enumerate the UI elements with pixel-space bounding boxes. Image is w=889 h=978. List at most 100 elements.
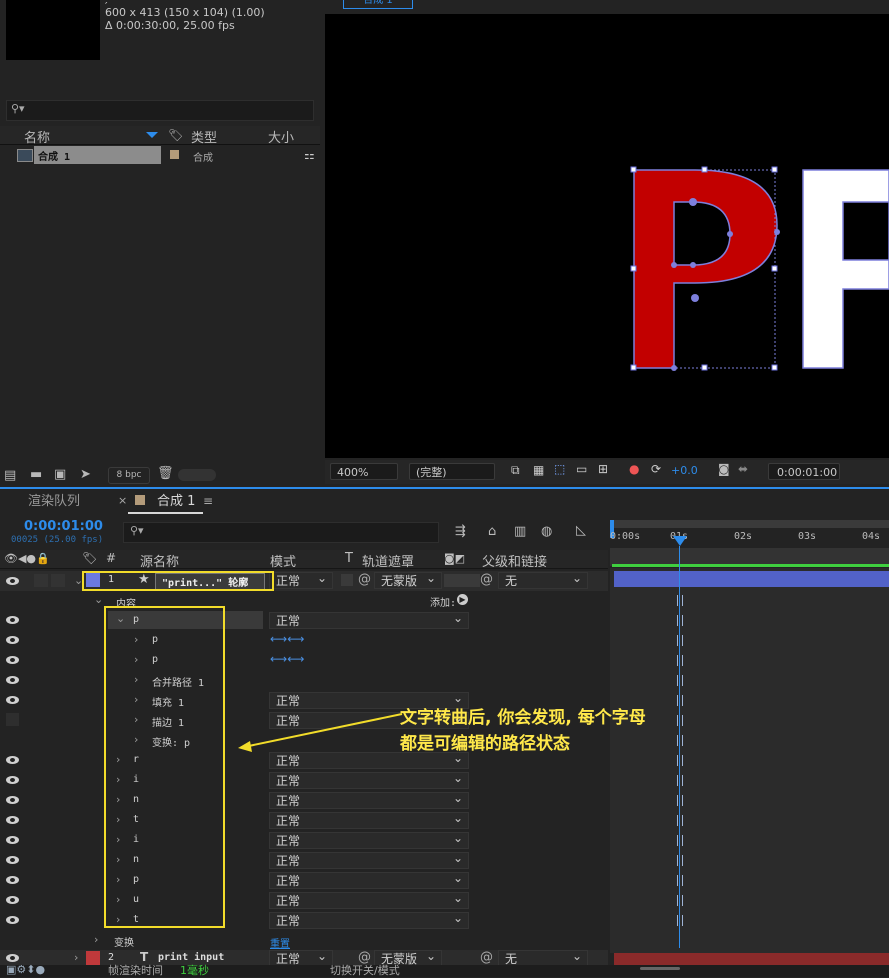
viewer-tab[interactable]: 合成 1 [343, 0, 413, 9]
frame-blending-icon[interactable]: ▥ [514, 524, 526, 539]
zoom-slider[interactable] [640, 967, 680, 970]
region-of-interest-icon[interactable]: ▭ [576, 462, 587, 476]
letter-mode-select[interactable]: 正常 [269, 810, 469, 829]
solo-toggle[interactable] [34, 574, 48, 587]
matte-toggle[interactable] [444, 574, 480, 587]
viewer-timecode[interactable]: 0:00:01:00 [768, 463, 840, 480]
composition-flowchart-icon[interactable]: ⇶ [455, 524, 466, 539]
letter-row[interactable]: › t 正常 [0, 910, 608, 930]
expand-arrow-icon[interactable]: › [74, 951, 78, 964]
letter-row[interactable]: › t 正常 [0, 810, 608, 830]
sub-row-merge-paths[interactable]: › 合并路径 1 [0, 670, 608, 690]
letter-mode-select[interactable]: 正常 [269, 850, 469, 869]
col-size[interactable]: 大小 [268, 127, 294, 146]
visibility-eye-icon[interactable] [6, 916, 19, 924]
track-matte-select[interactable]: 无蒙版 [374, 570, 442, 589]
layer-mode-select[interactable]: 正常 [269, 570, 333, 589]
letter-row[interactable]: › i 正常 [0, 770, 608, 790]
visibility-eye-icon[interactable] [6, 816, 19, 824]
visibility-eye-icon[interactable] [6, 656, 19, 664]
matte-spiral-icon[interactable]: @ [358, 572, 371, 587]
col-preserve-transparency[interactable]: T [345, 551, 353, 566]
time-ruler[interactable]: 0:00s 01s 02s 03s 04s [610, 520, 889, 568]
add-content-icon[interactable]: ▶ [457, 594, 468, 605]
letter-mode-select[interactable]: 正常 [269, 870, 469, 889]
label-color-swatch[interactable] [170, 150, 179, 159]
expand-arrow-icon[interactable]: ⌄ [94, 593, 103, 606]
letter-row[interactable]: › u 正常 [0, 890, 608, 910]
flowchart-icon[interactable]: ⚏ [304, 148, 315, 162]
letter-mode-select[interactable]: 正常 [269, 890, 469, 909]
col-mode[interactable]: 模式 [270, 551, 296, 570]
layer-row-2[interactable]: › 2 T print input 正常 @ 无蒙版 @ 无 [0, 950, 608, 965]
group-row-p[interactable]: ⌄ p 正常 [0, 610, 608, 630]
layer-mode-select[interactable]: 正常 [269, 950, 333, 965]
letter-row[interactable]: › n 正常 [0, 850, 608, 870]
tab-render-queue[interactable]: 渲染队列 [28, 490, 80, 514]
project-search-input[interactable]: ⚲▾ [6, 100, 314, 121]
close-tab-icon[interactable]: × [118, 494, 127, 507]
trash-icon[interactable]: 🗑 [157, 466, 174, 481]
playhead-handle[interactable] [673, 536, 687, 546]
col-parent[interactable]: 父级和链接 [482, 551, 547, 570]
layer-label-color[interactable] [86, 951, 100, 965]
toggle-switches-modes[interactable]: 切换开关/模式 [330, 962, 400, 978]
visibility-eye-icon[interactable] [6, 876, 19, 884]
lock-toggle[interactable] [51, 574, 65, 587]
col-name[interactable]: 名称 [24, 127, 50, 146]
visibility-eye-icon[interactable] [6, 676, 19, 684]
letter-mode-select[interactable]: 正常 [269, 910, 469, 929]
mask-visibility-icon[interactable]: ⬚ [554, 462, 565, 476]
letter-row[interactable]: › p 正常 [0, 870, 608, 890]
playhead-line[interactable] [679, 546, 680, 948]
render-icon[interactable]: ➤ [80, 467, 91, 482]
visibility-eye-icon[interactable] [6, 836, 19, 844]
graph-editor-icon[interactable]: ◺ [576, 523, 586, 538]
parent-select[interactable]: 无 [498, 570, 588, 589]
letter-mode-select[interactable]: 正常 [269, 830, 469, 849]
letter-row[interactable]: › i 正常 [0, 830, 608, 850]
letter-mode-select[interactable]: 正常 [269, 790, 469, 809]
transparency-grid-icon[interactable]: ▦ [533, 463, 544, 477]
visibility-eye-icon[interactable] [6, 856, 19, 864]
path-direction-icon[interactable]: ⟷⟷ [270, 632, 304, 646]
visibility-eye-icon[interactable] [6, 756, 19, 764]
work-area-bar[interactable] [610, 520, 889, 528]
col-type[interactable]: 类型 [191, 127, 217, 146]
fast-preview-icon[interactable]: ⧉ [511, 463, 520, 478]
thumbnail-slider[interactable] [178, 469, 216, 481]
col-track-matte[interactable]: 轨道遮罩 [362, 551, 414, 570]
preserve-transparency-toggle[interactable] [341, 574, 353, 586]
color-management-icon[interactable]: ⟳ [651, 462, 661, 476]
exposure-value[interactable]: +0.0 [671, 464, 698, 477]
av-features-icon[interactable]: 👁◀●🔒 [4, 552, 50, 565]
visibility-eye-icon[interactable] [6, 616, 19, 624]
label-column-icon[interactable]: 🏷 [82, 551, 97, 565]
path-direction-icon[interactable]: ⟷⟷ [270, 652, 304, 666]
parent-pickwhip-icon[interactable]: @ [480, 950, 493, 965]
bpc-button[interactable]: 8 bpc [108, 467, 150, 484]
sub-row-path-2[interactable]: › p ⟷⟷ [0, 650, 608, 670]
channel-icon[interactable]: ● [629, 462, 639, 476]
letter-mode-select[interactable]: 正常 [269, 770, 469, 789]
layer1-duration-bar[interactable] [614, 571, 889, 587]
sub-row-path-1[interactable]: › p ⟷⟷ [0, 630, 608, 650]
visibility-eye-icon[interactable] [6, 696, 19, 704]
interpret-footage-icon[interactable]: ▤ [4, 468, 16, 483]
visibility-off-toggle[interactable] [6, 713, 19, 726]
current-timecode[interactable]: 0:00:01:00 [24, 519, 103, 534]
parent-pickwhip-icon[interactable]: @ [480, 572, 493, 587]
grid-guides-icon[interactable]: ⊞ [598, 462, 608, 476]
letter-row[interactable]: › n 正常 [0, 790, 608, 810]
reset-link[interactable]: 重置 [270, 935, 290, 950]
col-source-name[interactable]: 源名称 [140, 551, 179, 570]
show-snapshot-icon[interactable]: ⬌ [738, 462, 748, 476]
new-folder-icon[interactable]: ▬ [30, 467, 42, 482]
viewer-canvas[interactable] [325, 14, 889, 458]
group-mode-select[interactable]: 正常 [269, 610, 469, 629]
matte-icons[interactable]: ◙◩ [444, 552, 465, 565]
shy-layers-icon[interactable]: ⌂ [488, 524, 496, 539]
track-area[interactable] [610, 568, 889, 966]
visibility-eye-icon[interactable] [6, 796, 19, 804]
tab-comp[interactable]: 合成 1 [157, 490, 195, 514]
